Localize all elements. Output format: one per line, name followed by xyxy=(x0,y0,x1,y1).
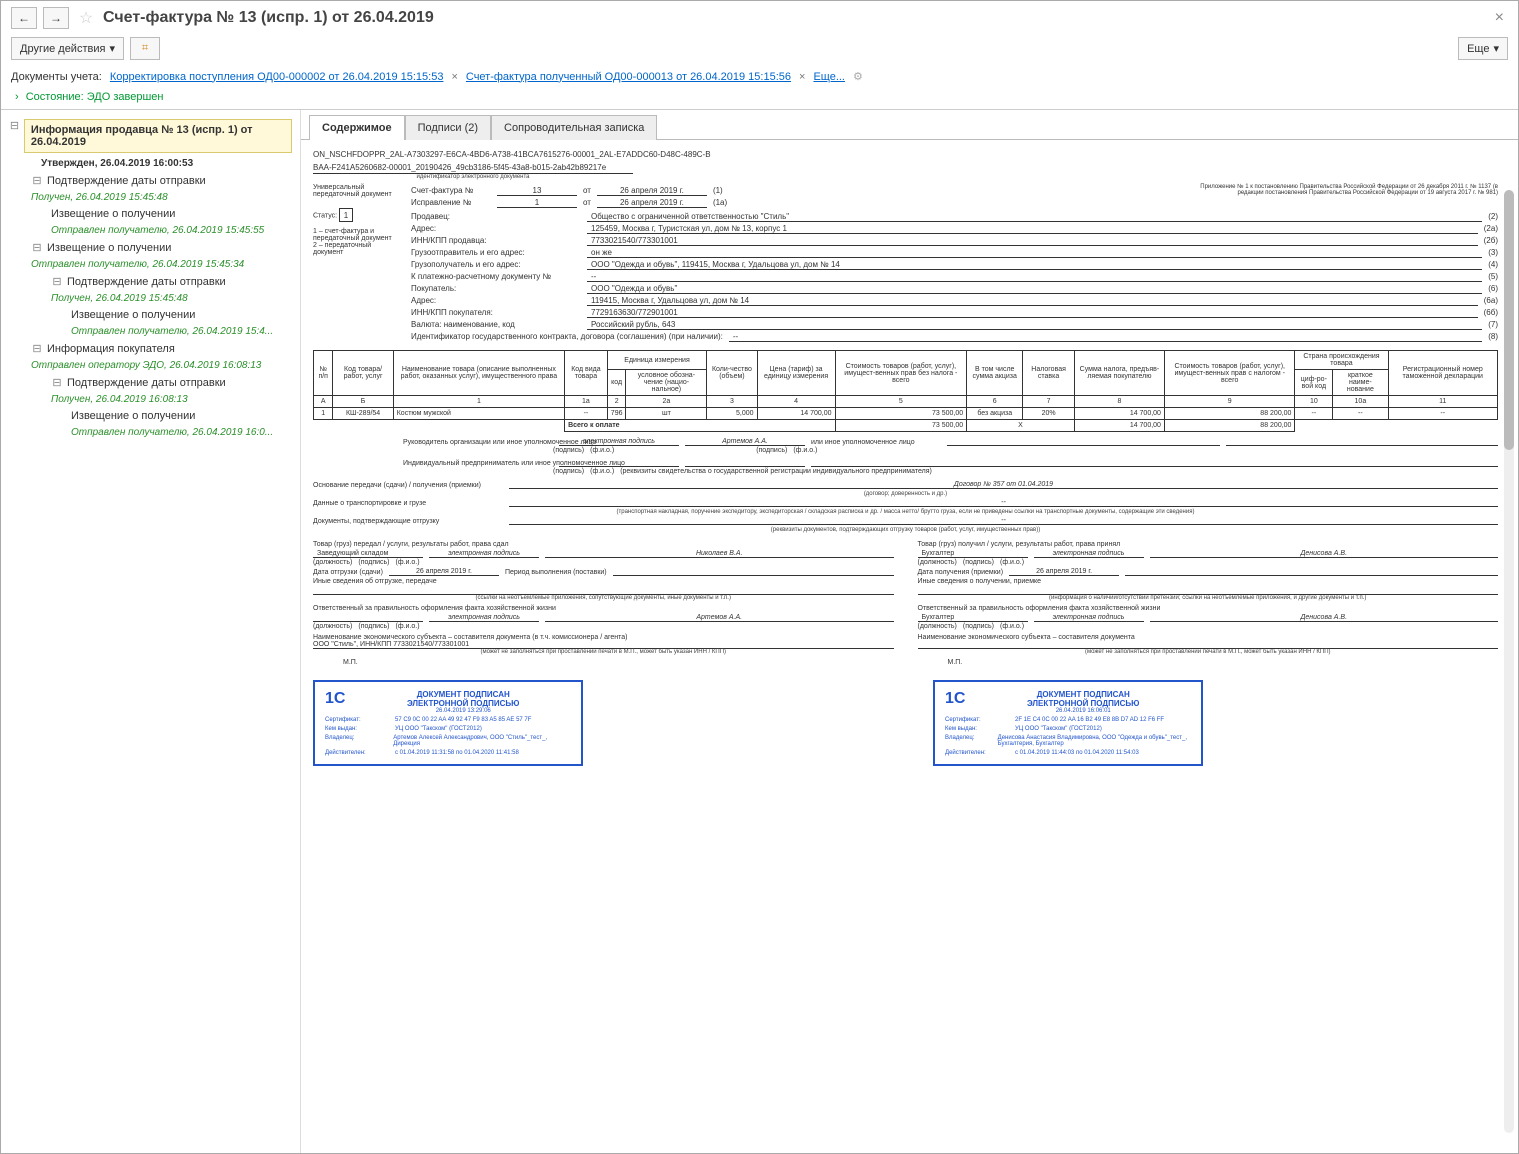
tree-status: Отправлен получателю, 26.04.2019 15:4... xyxy=(5,324,296,339)
tree-status: Получен, 26.04.2019 15:45:48 xyxy=(5,291,296,306)
tree-status: Отправлен получателю, 26.04.2019 15:45:3… xyxy=(5,257,296,272)
tree-status: Отправлен оператору ЭДО, 26.04.2019 16:0… xyxy=(5,358,296,373)
tab-note[interactable]: Сопроводительная записка xyxy=(491,115,657,140)
tree-item[interactable]: Извещение о получении xyxy=(47,242,171,254)
back-button[interactable]: ← xyxy=(11,7,37,29)
close-icon[interactable]: × xyxy=(1495,9,1504,27)
hierarchy-icon: ⌗ xyxy=(142,42,148,55)
tree-item[interactable]: Подтверждение даты отправки xyxy=(67,276,226,288)
signature-stamp-1: 1C ДОКУМЕНТ ПОДПИСАН ЭЛЕКТРОННОЙ ПОДПИСЬ… xyxy=(313,680,583,766)
tree-status: Получен, 26.04.2019 16:08:13 xyxy=(5,392,296,407)
right-signer: Товар (груз) получил / услуги, результат… xyxy=(918,541,1499,666)
collapse-icon[interactable]: ⊟ xyxy=(51,275,63,288)
doc-link-1[interactable]: Корректировка поступления ОД00-000002 от… xyxy=(110,71,444,83)
scrollbar-thumb[interactable] xyxy=(1504,190,1514,450)
signature-stamp-2: 1C ДОКУМЕНТ ПОДПИСАН ЭЛЕКТРОННОЙ ПОДПИСЬ… xyxy=(933,680,1203,766)
forward-button[interactable]: → xyxy=(43,7,69,29)
tab-content[interactable]: Содержимое xyxy=(309,115,405,140)
more-button[interactable]: Еще ▾ xyxy=(1458,37,1508,60)
tree-item[interactable]: Подтверждение даты отправки xyxy=(67,377,226,389)
tab-signatures[interactable]: Подписи (2) xyxy=(405,115,491,140)
tree-approved: Утвержден, 26.04.2019 16:00:53 xyxy=(5,156,296,171)
window-title: Счет-фактура № 13 (испр. 1) от 26.04.201… xyxy=(103,9,434,27)
scrollbar[interactable] xyxy=(1504,190,1514,1133)
chevron-down-icon: ▾ xyxy=(109,42,115,55)
state-value: ЭДО завершен xyxy=(87,91,164,103)
table-row: 1КШ-289/54Костюм мужской--796шт5,00014 7… xyxy=(314,408,1498,420)
table-total-row: Всего к оплате 73 500,00 Х 14 700,00 88 … xyxy=(314,420,1498,432)
state-label: Состояние: xyxy=(26,91,84,103)
collapse-icon[interactable]: ⊟ xyxy=(31,241,43,254)
sidebar-tree: ⊟ Информация продавца № 13 (испр. 1) от … xyxy=(1,110,301,1153)
doc-id-2: BAA-F241A5260682-00001_20190426_49cb3186… xyxy=(313,161,633,174)
remove-link-2[interactable]: × xyxy=(799,71,805,83)
tree-item[interactable]: Извещение о получении xyxy=(71,410,195,422)
gear-icon[interactable]: ⚙ xyxy=(853,70,863,83)
tree-root[interactable]: Информация продавца № 13 (испр. 1) от 26… xyxy=(24,119,292,153)
upd-label: Универсальный передаточный документ xyxy=(313,184,403,198)
tree-status: Отправлен получателю, 26.04.2019 15:45:5… xyxy=(5,223,296,238)
favorite-icon[interactable]: ☆ xyxy=(75,7,97,29)
tree-status: Получен, 26.04.2019 15:45:48 xyxy=(5,190,296,205)
doc-link-2[interactable]: Счет-фактура полученный ОД00-000013 от 2… xyxy=(466,71,791,83)
docs-label: Документы учета: xyxy=(11,71,102,83)
collapse-icon[interactable]: ⊟ xyxy=(51,376,63,389)
doc-id-1: ON_NSCHFDOPPR_2AL-A7303297-E6CA-4BD6-A73… xyxy=(313,148,1498,161)
doc-link-more[interactable]: Еще... xyxy=(813,71,845,83)
expand-state-icon[interactable]: › xyxy=(15,91,19,103)
left-signer: Товар (груз) передал / услуги, результат… xyxy=(313,541,894,666)
collapse-icon[interactable]: ⊟ xyxy=(9,119,20,132)
tree-item[interactable]: Извещение о получении xyxy=(71,309,195,321)
status-value: 1 xyxy=(339,208,353,222)
gov-note: Приложение № 1 к постановлению Правитель… xyxy=(1178,184,1498,210)
doc-id-caption: идентификатор электронного документа xyxy=(313,174,633,180)
remove-link-1[interactable]: × xyxy=(451,71,457,83)
collapse-icon[interactable]: ⊟ xyxy=(31,342,43,355)
workflow-icon-button[interactable]: ⌗ xyxy=(130,37,160,60)
tree-status: Отправлен получателю, 26.04.2019 16:0... xyxy=(5,425,296,440)
tree-item[interactable]: Извещение о получении xyxy=(51,208,175,220)
items-table: № п/п Код товара/ работ, услуг Наименова… xyxy=(313,350,1498,432)
chevron-down-icon: ▾ xyxy=(1493,42,1499,55)
other-actions-button[interactable]: Другие действия ▾ xyxy=(11,37,124,60)
collapse-icon[interactable]: ⊟ xyxy=(31,174,43,187)
tree-item[interactable]: Информация покупателя xyxy=(47,343,175,355)
tree-item[interactable]: Подтверждение даты отправки xyxy=(47,175,206,187)
